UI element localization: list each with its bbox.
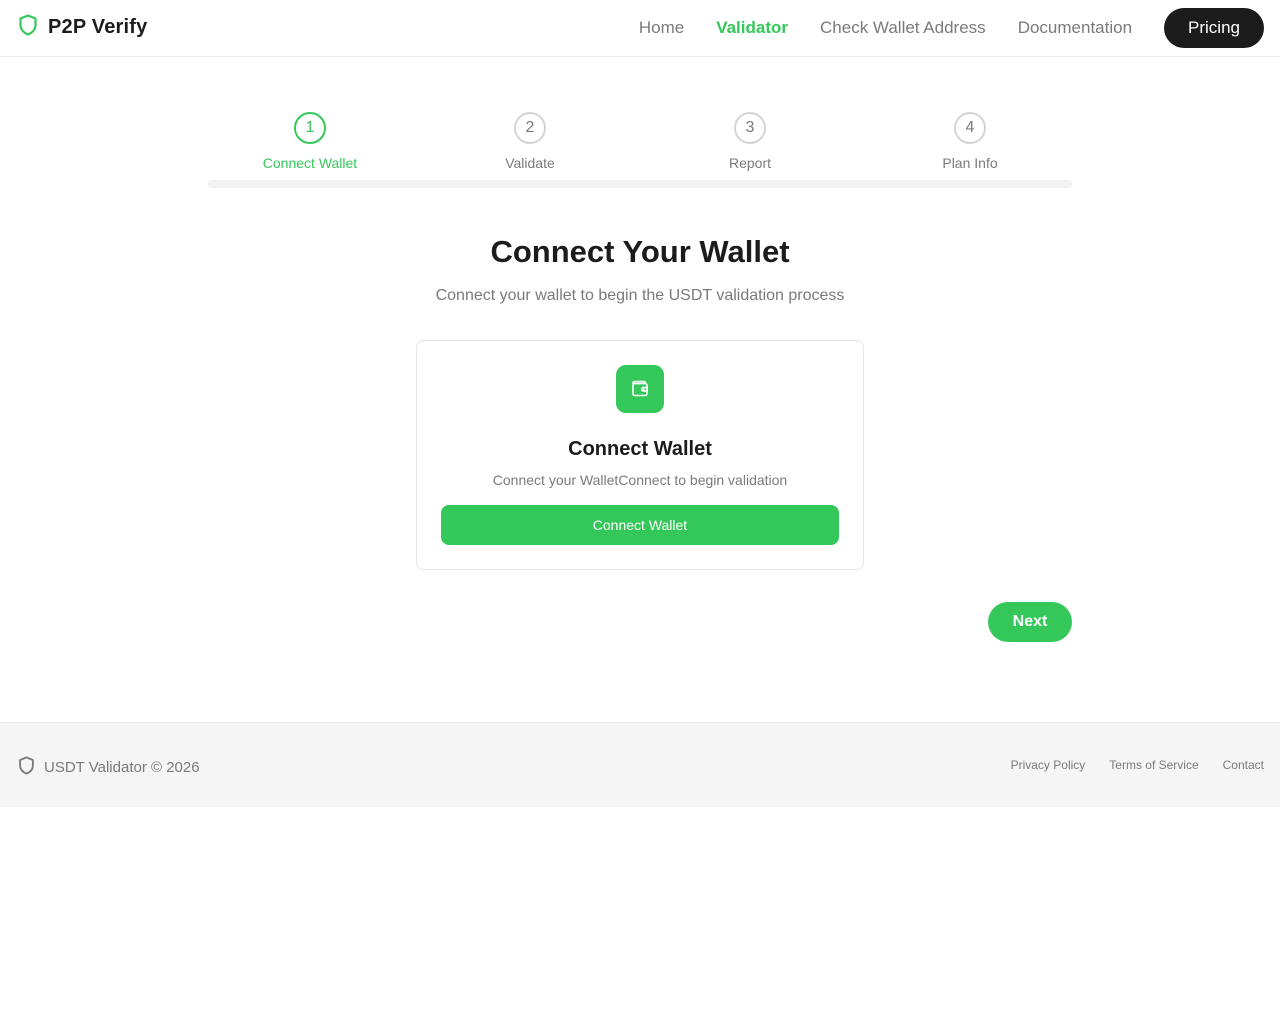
footer-link-terms[interactable]: Terms of Service <box>1109 758 1198 772</box>
page-subtitle: Connect your wallet to begin the USDT va… <box>435 287 845 304</box>
step-label: Report <box>728 155 772 171</box>
footer-brand: USDT Validator © 2026 <box>18 756 200 779</box>
nav-documentation[interactable]: Documentation <box>1018 18 1132 38</box>
nav-home[interactable]: Home <box>639 18 684 38</box>
footer-link-contact[interactable]: Contact <box>1223 758 1264 772</box>
page-title: Connect Your Wallet <box>490 234 790 269</box>
step-plan-info: 4 Plan Info <box>890 112 1050 171</box>
pricing-button[interactable]: Pricing <box>1164 8 1264 48</box>
connect-wallet-card: Connect Wallet Connect your WalletConnec… <box>416 340 864 570</box>
shield-icon <box>18 756 35 779</box>
nav-check-wallet-address[interactable]: Check Wallet Address <box>820 18 986 38</box>
main-nav: Home Validator Check Wallet Address Docu… <box>639 8 1264 48</box>
footer-links: Privacy Policy Terms of Service Contact <box>987 758 1264 772</box>
step-report: 3 Report <box>670 112 830 171</box>
footer-link-privacy[interactable]: Privacy Policy <box>1011 758 1086 772</box>
brand-name: P2P Verify <box>48 16 148 38</box>
wallet-icon <box>616 365 664 413</box>
top-header: P2P Verify Home Validator Check Wallet A… <box>0 0 1280 57</box>
step-label: Validate <box>505 155 555 171</box>
step-label: Connect Wallet <box>262 155 358 171</box>
connect-wallet-button[interactable]: Connect Wallet <box>441 505 839 545</box>
card-description: Connect your WalletConnect to begin vali… <box>492 472 788 488</box>
nav-validator[interactable]: Validator <box>716 18 788 38</box>
footer: USDT Validator © 2026 Privacy Policy Ter… <box>0 722 1280 807</box>
step-validate: 2 Validate <box>450 112 610 171</box>
next-button[interactable]: Next <box>988 602 1072 642</box>
progress-stepper: 1 Connect Wallet 2 Validate 3 Report 4 P… <box>208 112 1072 188</box>
step-number: 4 <box>954 112 986 144</box>
progress-bar <box>208 180 1072 188</box>
step-label: Plan Info <box>942 155 998 171</box>
shield-icon <box>18 14 38 41</box>
step-number: 1 <box>294 112 326 144</box>
footer-copyright: USDT Validator © 2026 <box>44 759 200 776</box>
brand[interactable]: P2P Verify <box>18 14 147 41</box>
card-title: Connect Wallet <box>568 438 712 460</box>
step-number: 2 <box>514 112 546 144</box>
step-connect-wallet: 1 Connect Wallet <box>230 112 390 171</box>
step-number: 3 <box>734 112 766 144</box>
